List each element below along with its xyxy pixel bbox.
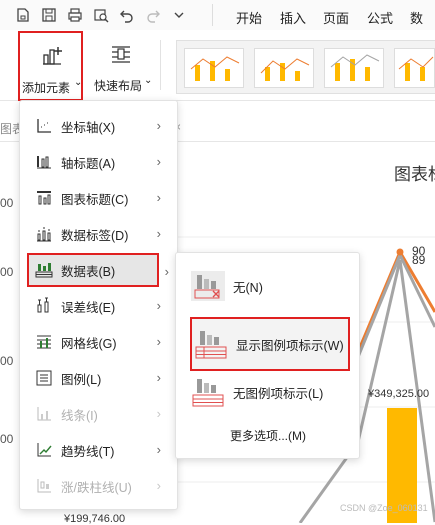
chevron-right-icon: › [156,478,161,493]
chevron-right-icon: › [156,370,161,385]
submenu-item-label: 显示图例项标示(W) [236,338,344,353]
chart-style-thumb-3[interactable] [324,48,384,88]
submenu-item-show-legend-keys[interactable]: 显示图例项标示(W) [190,317,350,371]
menu-item-chart-title[interactable]: 图表标题(C) › [20,181,177,215]
quick-layout-label: 快速布局 [94,79,143,93]
data-label-value: ¥199,746.00 [64,513,126,525]
caret-icon: ⌄ [144,75,153,86]
menu-item-legend[interactable]: 图例(L) › [20,361,177,395]
watermark: CSDN @Zoe_060131 [340,503,428,513]
print-preview-icon[interactable] [92,6,110,24]
data-label-value: ¥349,325.00 [368,388,430,400]
menu-formula[interactable]: 公式 [367,8,393,27]
print-icon[interactable] [66,6,84,24]
no-data-table-icon [191,271,225,301]
undo-icon[interactable] [118,6,136,24]
chevron-down-icon[interactable] [170,6,188,24]
quick-layout-icon [112,46,130,63]
divider [212,4,213,26]
axis-title-icon [35,153,53,171]
submenu-more-options[interactable]: 更多选项...(M) [230,427,306,444]
menu-item-label: 误差线(E) [61,300,116,315]
chevron-right-icon: › [156,406,161,421]
menu-item-up-down-bars: 涨/跌柱线(U) › [20,469,177,503]
redo-icon[interactable] [144,6,162,24]
chevron-right-icon: › [156,154,161,169]
quick-access-toolbar: 开始 插入 页面 公式 数据 [0,0,435,45]
chevron-right-icon: › [156,334,161,349]
submenu-item-no-legend-keys[interactable]: 无图例项标示(L) [176,369,359,415]
menu-item-label: 数据表(B) [61,264,116,279]
data-table-icon [35,261,53,279]
menu-home[interactable]: 开始 [236,8,262,27]
chart-style-thumb-1[interactable] [184,48,244,88]
menu-item-label: 轴标题(A) [61,156,116,171]
chart-style-thumb-2[interactable] [254,48,314,88]
menu-item-label: 数据标签(D) [61,228,129,243]
menu-item-label: 坐标轴(X) [61,120,116,135]
chevron-right-icon: › [156,190,161,205]
menu-item-label: 趋势线(T) [61,444,115,459]
chevron-right-icon: › [164,264,169,279]
divider [160,40,161,90]
menu-item-label: 线条(I) [61,408,98,423]
add-element-button[interactable]: 添加元素 ⌄ [18,31,83,101]
menu-item-label: 涨/跌柱线(U) [61,480,132,495]
add-chart-element-icon [43,47,62,65]
menu-item-gridlines[interactable]: 网格线(G) › [20,325,177,359]
axes-icon [35,117,53,135]
lines-icon [35,405,53,423]
trendline-icon [35,441,53,459]
menu-page[interactable]: 页面 [323,8,349,27]
chart-title-icon [35,189,53,207]
menu-item-label: 网格线(G) [61,336,117,351]
menu-item-trendline[interactable]: 趋势线(T) › [20,433,177,467]
data-label-icon [35,225,53,243]
chevron-right-icon: › [156,442,161,457]
error-bars-icon [35,297,53,315]
menu-item-data-table[interactable]: 数据表(B) › [27,253,169,287]
chevron-right-icon: › [156,298,161,313]
save-icon[interactable] [40,6,58,24]
data-table-with-legend-keys-icon [195,331,227,359]
caret-icon: ⌄ [74,77,83,88]
menu-item-lines: 线条(I) › [20,397,177,431]
quick-layout-button[interactable]: 快速布局 ⌄ [90,31,152,101]
data-label-89: 89 [412,253,426,267]
menu-item-axes[interactable]: 坐标轴(X) › [20,109,177,143]
submenu-item-label: 无图例项标示(L) [233,386,324,401]
chevron-right-icon: › [156,226,161,241]
legend-icon [35,369,53,387]
gridlines-icon [35,333,53,351]
file-icon[interactable] [14,6,32,24]
up-down-bars-icon [35,477,53,495]
menu-item-error-bars[interactable]: 误差线(E) › [20,289,177,323]
menu-item-axis-titles[interactable]: 轴标题(A) › [20,145,177,179]
add-element-menu: 坐标轴(X) › 轴标题(A) › 图表标题(C) › 数据标签(D) › 数据… [19,100,178,510]
add-element-label: 添加元素 [22,81,71,95]
chart-style-thumb-4[interactable] [394,48,435,88]
data-table-no-legend-keys-icon [192,379,224,407]
menu-item-label: 图表标题(C) [61,192,129,207]
chevron-right-icon: › [156,118,161,133]
menu-item-data-labels[interactable]: 数据标签(D) › [20,217,177,251]
submenu-item-none[interactable]: 无(N) [176,263,359,309]
submenu-item-label: 无(N) [233,280,263,295]
data-table-submenu: 无(N) 显示图例项标示(W) 无图例项标示(L) 更多选项...(M) [175,252,360,459]
menu-insert[interactable]: 插入 [280,8,306,27]
menu-item-label: 图例(L) [61,372,102,387]
